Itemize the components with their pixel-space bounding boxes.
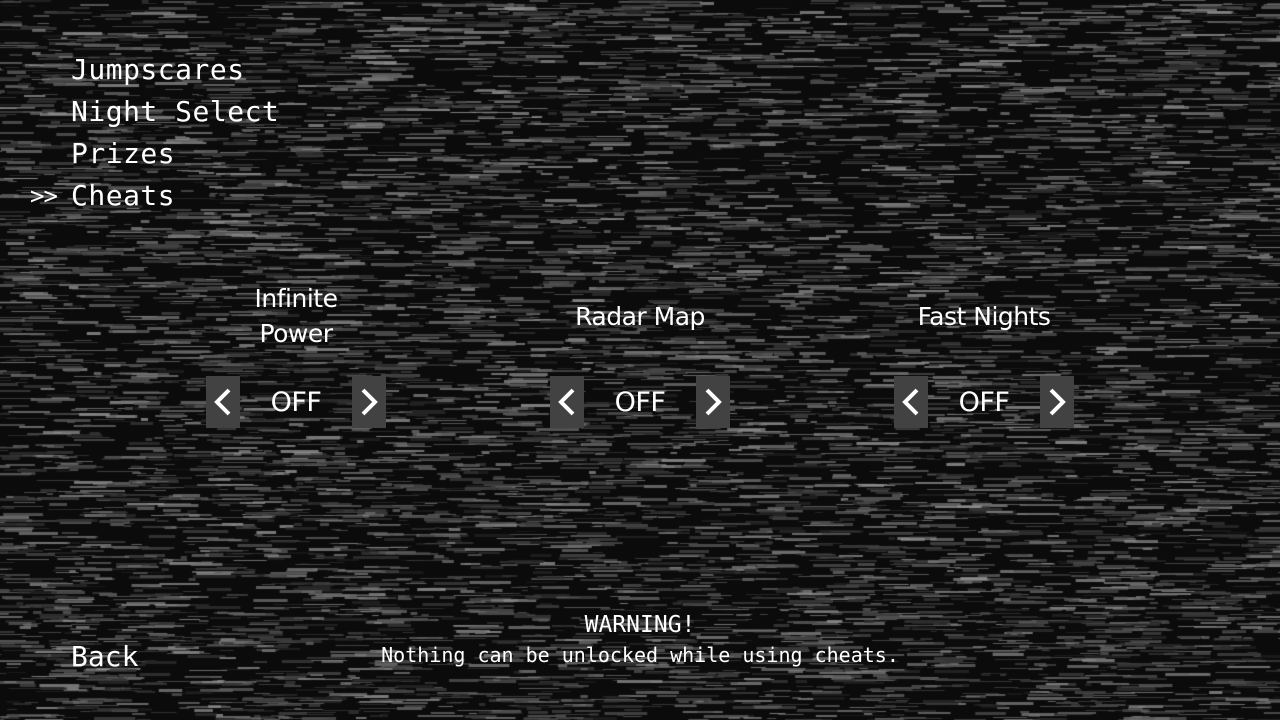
menu-item-cheats[interactable]: >> Cheats — [30, 178, 279, 220]
cheat-title: Infinite Power — [206, 280, 386, 352]
previous-option-button[interactable] — [206, 376, 240, 428]
menu-item-label: Cheats — [71, 179, 176, 212]
extras-menu: Jumpscares Night Select Prizes >> Cheats — [30, 52, 279, 220]
cheat-warning: WARNING! Nothing can be unlocked while u… — [0, 610, 1280, 670]
cheat-title-line: Power — [259, 319, 333, 348]
cheat-infinite-power: Infinite Power OFF — [206, 280, 386, 428]
chevron-left-icon — [902, 388, 919, 416]
next-option-button[interactable] — [696, 376, 730, 428]
cheat-toggle: OFF — [206, 376, 386, 428]
chevron-right-icon — [1049, 388, 1066, 416]
previous-option-button[interactable] — [894, 376, 928, 428]
cheat-title-line: Radar Map — [575, 301, 705, 331]
cheat-title: Fast Nights — [894, 280, 1074, 352]
cheat-title-line: Infinite — [254, 284, 338, 313]
cheat-state: OFF — [614, 386, 666, 418]
menu-item-label: Prizes — [71, 137, 176, 170]
menu-item-label: Night Select — [71, 95, 280, 128]
next-option-button[interactable] — [352, 376, 386, 428]
cheat-fast-nights: Fast Nights OFF — [894, 280, 1074, 428]
cheat-title-line: Fast Nights — [917, 301, 1051, 331]
chevron-left-icon — [214, 388, 231, 416]
cheat-state: OFF — [270, 386, 322, 418]
chevron-right-icon — [705, 388, 722, 416]
previous-option-button[interactable] — [550, 376, 584, 428]
menu-item-night-select[interactable]: Night Select — [30, 94, 279, 136]
menu-item-prizes[interactable]: Prizes — [30, 136, 279, 178]
warning-message: Nothing can be unlocked while using chea… — [381, 643, 899, 667]
cheat-state: OFF — [958, 386, 1010, 418]
next-option-button[interactable] — [1040, 376, 1074, 428]
selection-indicator: >> — [30, 182, 58, 210]
warning-title: WARNING! — [584, 612, 696, 638]
cheat-toggle: OFF — [550, 376, 730, 428]
cheat-toggle: OFF — [894, 376, 1074, 428]
chevron-left-icon — [558, 388, 575, 416]
chevron-right-icon — [361, 388, 378, 416]
cheat-title: Radar Map — [550, 280, 730, 352]
menu-item-label: Jumpscares — [71, 53, 245, 86]
menu-item-jumpscares[interactable]: Jumpscares — [30, 52, 279, 94]
cheat-radar-map: Radar Map OFF — [550, 280, 730, 428]
